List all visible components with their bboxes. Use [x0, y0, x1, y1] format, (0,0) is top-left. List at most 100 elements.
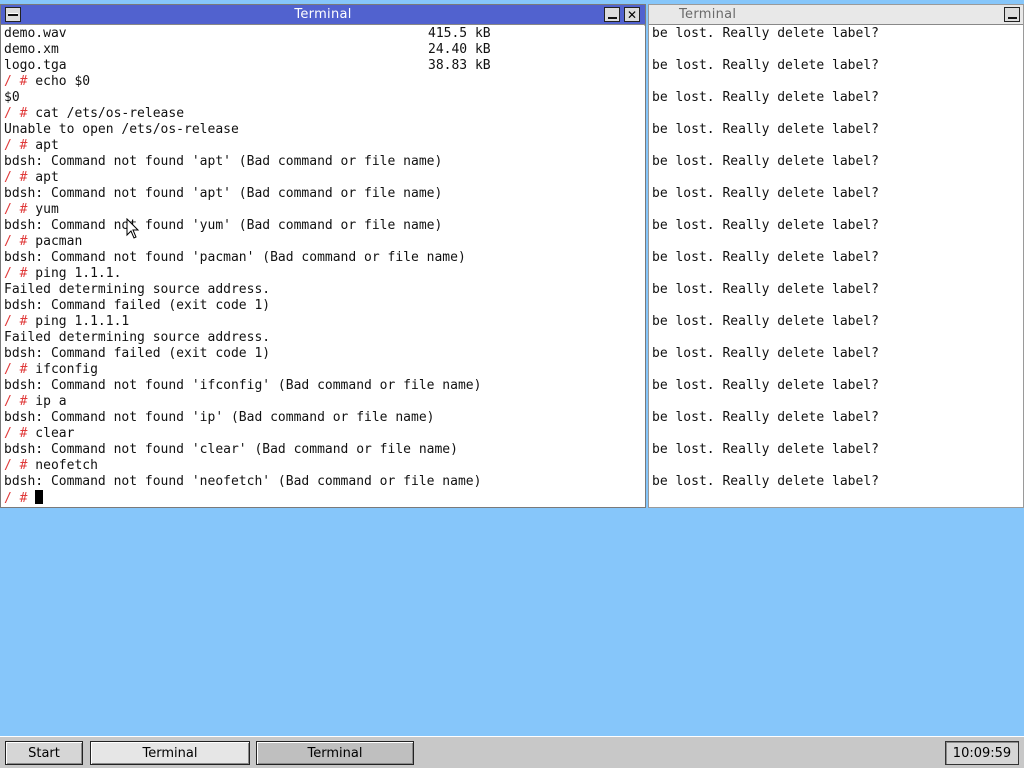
start-button[interactable]: Start: [5, 741, 83, 765]
terminal-output[interactable]: be lost. Really delete label? be lost. Re…: [649, 26, 1023, 507]
output-line: bdsh: Command not found 'pacman' (Bad co…: [4, 250, 642, 266]
command-text: yum: [27, 202, 59, 217]
file-size: 24.40 kB: [428, 42, 491, 57]
output-line: Failed determining source address.: [4, 282, 642, 298]
minimize-icon[interactable]: [1004, 7, 1020, 22]
output-line: be lost. Really delete label?: [652, 186, 1020, 202]
prompt: / #: [4, 394, 28, 409]
output-text: be lost. Really delete label?: [652, 442, 879, 457]
command-text: apt: [27, 170, 59, 185]
output-line: be lost. Really delete label?: [652, 154, 1020, 170]
output-line: bdsh: Command not found 'clear' (Bad com…: [4, 442, 642, 458]
output-line: bdsh: Command not found 'yum' (Bad comma…: [4, 218, 642, 234]
command-text: clear: [27, 426, 75, 441]
output-line: be lost. Really delete label?: [652, 410, 1020, 426]
file-size: 38.83 kB: [428, 58, 491, 73]
output-line: be lost. Really delete label?: [652, 122, 1020, 138]
output-text: bdsh: Command not found 'ip' (Bad comman…: [4, 410, 435, 425]
command-line: / # neofetch: [4, 458, 642, 474]
output-line: be lost. Really delete label?: [652, 26, 1020, 42]
command-text: ifconfig: [27, 362, 98, 377]
output-text: bdsh: Command not found 'yum' (Bad comma…: [4, 218, 443, 233]
output-line: be lost. Really delete label?: [652, 474, 1020, 490]
minimize-icon[interactable]: [604, 7, 620, 22]
taskbar-item-terminal[interactable]: Terminal: [90, 741, 250, 765]
prompt: / #: [4, 170, 28, 185]
output-text: be lost. Really delete label?: [652, 122, 879, 137]
mouse-pointer-icon: [126, 218, 140, 239]
command-line: / # cat /ets/os-release: [4, 106, 642, 122]
output-text: be lost. Really delete label?: [652, 250, 879, 265]
prompt: / #: [4, 234, 28, 249]
prompt: / #: [4, 266, 28, 281]
output-line: bdsh: Command failed (exit code 1): [4, 298, 642, 314]
title-bar[interactable]: Terminal: [649, 5, 1023, 25]
command-line: / # pacman: [4, 234, 642, 250]
output-line: bdsh: Command not found 'neofetch' (Bad …: [4, 474, 642, 490]
command-text: pacman: [27, 234, 83, 249]
output-line: be lost. Really delete label?: [652, 282, 1020, 298]
output-text: $0: [4, 90, 20, 105]
output-text: bdsh: Command failed (exit code 1): [4, 298, 271, 313]
window-title: Terminal: [679, 7, 737, 22]
output-text: bdsh: Command not found 'apt' (Bad comma…: [4, 186, 443, 201]
output-line: bdsh: Command not found 'apt' (Bad comma…: [4, 154, 642, 170]
file-name: demo.xm: [4, 42, 59, 57]
output-text: bdsh: Command not found 'pacman' (Bad co…: [4, 250, 466, 265]
terminal-output[interactable]: demo.wav 415.5 kB demo.xm 24.40 kB logo.tga 3…: [1, 26, 645, 507]
output-text: Failed determining source address.: [4, 282, 271, 297]
file-name: demo.wav: [4, 26, 67, 41]
command-text: neofetch: [27, 458, 98, 473]
output-line: bdsh: Command failed (exit code 1): [4, 346, 642, 362]
prompt: / #: [4, 202, 28, 217]
window-title: Terminal: [294, 7, 352, 22]
command-line: / # ping 1.1.1.1: [4, 314, 642, 330]
clock: 10:09:59: [945, 741, 1019, 765]
command-line: / # clear: [4, 426, 642, 442]
output-line: be lost. Really delete label?: [652, 378, 1020, 394]
prompt: / #: [4, 362, 28, 377]
prompt: / #: [4, 74, 28, 89]
output-text: be lost. Really delete label?: [652, 90, 879, 105]
close-icon[interactable]: ✕: [624, 7, 640, 22]
file-name: logo.tga: [4, 58, 67, 73]
text-cursor: [35, 490, 44, 504]
prompt: / #: [4, 458, 28, 473]
output-text: be lost. Really delete label?: [652, 154, 879, 169]
prompt: / #: [4, 106, 28, 121]
prompt: / #: [4, 314, 28, 329]
output-line: Failed determining source address.: [4, 330, 642, 346]
output-line: be lost. Really delete label?: [652, 442, 1020, 458]
file-listing-row: demo.xm 24.40 kB: [4, 42, 642, 58]
output-line: $0: [4, 90, 642, 106]
output-text: bdsh: Command not found 'neofetch' (Bad …: [4, 474, 482, 489]
terminal-window-right[interactable]: Terminal be lost. Really delete label? be…: [648, 4, 1024, 508]
current-prompt-line[interactable]: / #: [4, 490, 642, 506]
title-bar[interactable]: Terminal ✕: [1, 5, 645, 25]
file-size: 415.5 kB: [428, 26, 491, 41]
output-text: bdsh: Command not found 'clear' (Bad com…: [4, 442, 458, 457]
output-text: be lost. Really delete label?: [652, 474, 879, 489]
output-text: bdsh: Command not found 'ifconfig' (Bad …: [4, 378, 482, 393]
command-text: ping 1.1.1.: [27, 266, 122, 281]
command-line: / # ip a: [4, 394, 642, 410]
output-text: be lost. Really delete label?: [652, 314, 879, 329]
command-line: / # ping 1.1.1.: [4, 266, 642, 282]
command-text: apt: [27, 138, 59, 153]
output-text: be lost. Really delete label?: [652, 186, 879, 201]
terminal-window-left[interactable]: Terminal ✕ demo.wav 415.5 kB demo.xm 24.40 …: [0, 4, 646, 508]
output-line: be lost. Really delete label?: [652, 346, 1020, 362]
taskbar-item-terminal[interactable]: Terminal: [256, 741, 414, 765]
output-line: Unable to open /ets/os-release: [4, 122, 642, 138]
output-text: bdsh: Command failed (exit code 1): [4, 346, 271, 361]
output-text: be lost. Really delete label?: [652, 282, 879, 297]
output-text: Failed determining source address.: [4, 330, 271, 345]
